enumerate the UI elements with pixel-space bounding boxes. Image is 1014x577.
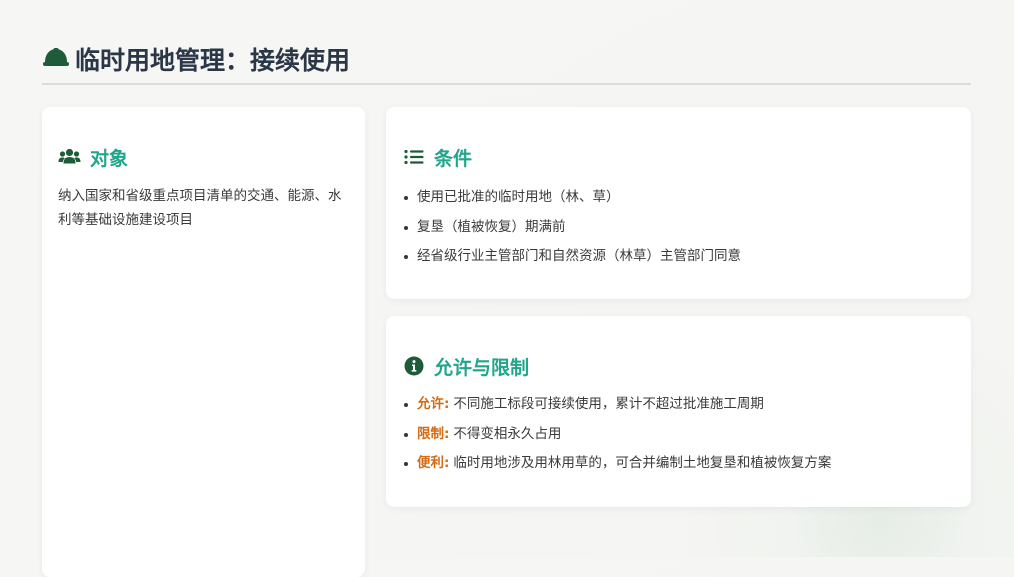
list-item: 经省级行业主管部门和自然资源（林草）主管部门同意 <box>404 244 741 274</box>
allow-limit-card: 允许与限制 允许: 不同施工标段可接续使用，累计不超过批准施工周期 限制: 不得变相… <box>386 316 971 507</box>
list-item: 允许: 不同施工标段可接续使用，累计不超过批准施工周期 <box>404 392 831 422</box>
allow-text: 不同施工标段可接续使用，累计不超过批准施工周期 <box>453 396 764 412</box>
allow-limit-list: 允许: 不同施工标段可接续使用，累计不超过批准施工周期 限制: 不得变相永久占用 便… <box>404 392 831 481</box>
conditions-list: 使用已批准的临时用地（林、草） 复垦（植被恢复）期满前 经省级行业主管部门和自然… <box>404 185 741 274</box>
limit-text: 不得变相永久占用 <box>453 425 562 442</box>
page-title: 临时用地管理：接续使用 <box>75 46 351 75</box>
list-icon <box>404 149 424 165</box>
conditions-heading: 条件 <box>404 143 472 171</box>
allow-limit-heading: 允许与限制 <box>404 352 529 380</box>
hard-hat-icon <box>43 48 69 66</box>
target-card: 对象 纳入国家和省级重点项目清单的交通、能源、水利等基础设施建设项目 <box>42 107 365 577</box>
limit-tag: 限制: <box>417 425 450 442</box>
list-item: 限制: 不得变相永久占用 <box>404 422 831 452</box>
info-circle-icon <box>404 356 424 376</box>
allow-limit-heading-label: 允许与限制 <box>434 356 530 379</box>
convenience-tag: 便利: <box>417 455 450 471</box>
page-header: 临时用地管理：接续使用 <box>42 40 971 85</box>
allow-tag: 允许: <box>417 396 450 412</box>
list-item: 复垦（植被恢复）期满前 <box>404 215 741 245</box>
list-item: 便利: 临时用地涉及用林用草的，可合并编制土地复垦和植被恢复方案 <box>404 451 831 481</box>
conditions-card: 条件 使用已批准的临时用地（林、草） 复垦（植被恢复）期满前 经省级行业主管部门… <box>386 107 971 299</box>
target-heading: 对象 <box>58 143 128 171</box>
convenience-text: 临时用地涉及用林用草的，可合并编制土地复垦和植被恢复方案 <box>453 455 832 471</box>
list-item: 使用已批准的临时用地（林、草） <box>404 185 741 215</box>
target-heading-label: 对象 <box>90 147 129 170</box>
users-icon <box>58 148 81 164</box>
target-description: 纳入国家和省级重点项目清单的交通、能源、水利等基础设施建设项目 <box>58 188 342 228</box>
conditions-heading-label: 条件 <box>434 147 473 170</box>
